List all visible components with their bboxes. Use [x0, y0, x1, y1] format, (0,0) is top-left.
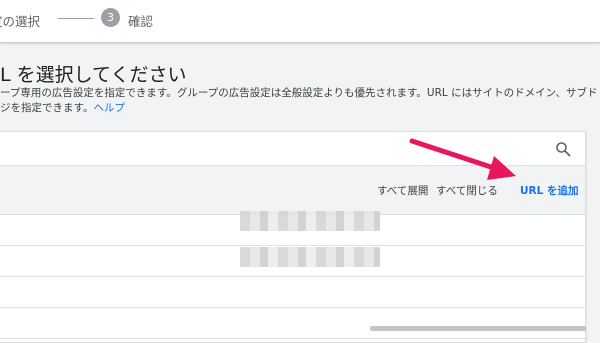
description-line-2: ジを指定できます。ヘルプ: [0, 101, 600, 116]
step-divider: [58, 18, 94, 19]
page-title: L を選択してください: [0, 64, 187, 86]
redacted-content: [240, 211, 380, 231]
url-list-panel: すべて展開 すべて閉じる URL を追加: [0, 131, 586, 343]
help-link[interactable]: ヘルプ: [93, 102, 125, 114]
redacted-content: [240, 247, 380, 267]
list-toolbar: すべて展開 すべて閉じる URL を追加: [0, 166, 585, 215]
list-row[interactable]: [0, 308, 585, 339]
description-line-1: ープ専用の広告設定を指定できます。グループの広告設定は全般設定よりも優先されます…: [0, 87, 598, 99]
search-bar[interactable]: [0, 132, 585, 166]
step-label-previous: 定の選択: [0, 14, 41, 29]
list-row[interactable]: [0, 277, 585, 308]
step-number-badge: 3: [101, 8, 120, 27]
add-url-button[interactable]: URL を追加: [520, 183, 578, 198]
stepper: 定の選択 3 確認: [0, 0, 600, 42]
horizontal-scrollbar[interactable]: [370, 326, 586, 331]
expand-all-button[interactable]: すべて展開: [377, 183, 428, 198]
collapse-all-button[interactable]: すべて閉じる: [436, 183, 498, 198]
description-line-2-text: ジを指定できます。: [0, 102, 94, 114]
step-label-current: 確認: [128, 14, 154, 29]
page-description: ープ専用の広告設定を指定できます。グループの広告設定は全般設定よりも優先されます…: [0, 86, 600, 116]
search-icon[interactable]: [555, 141, 571, 157]
